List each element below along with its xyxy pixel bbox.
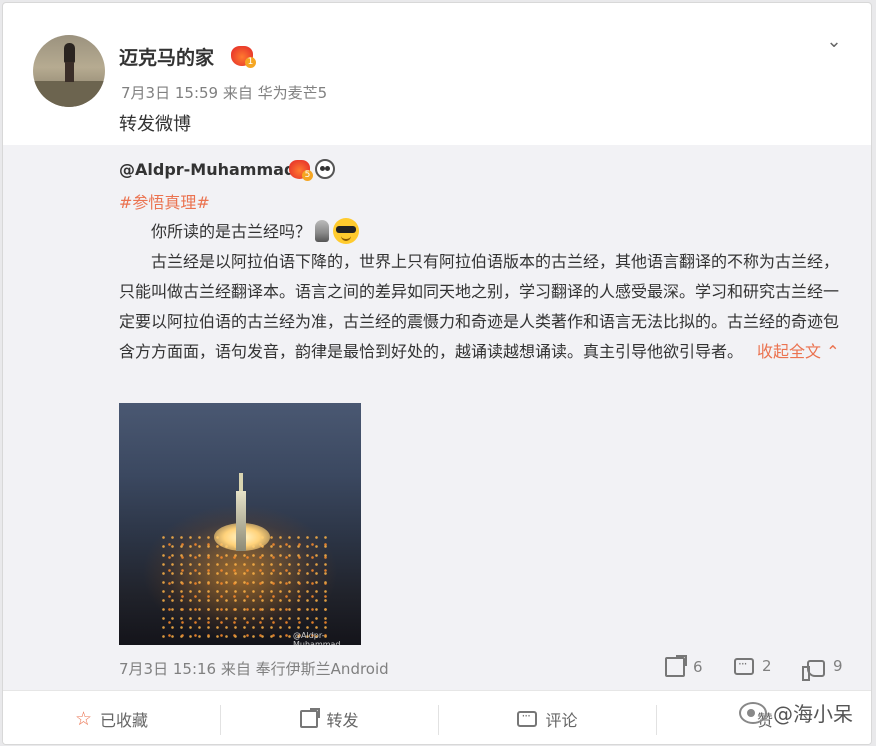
quoted-body: 你所读的是古兰经吗？ 古兰经是以阿拉伯语下降的，世界上只有阿拉伯语版本的古兰经，… [119,217,845,367]
comment-label: 评论 [545,711,578,730]
vip-badge-icon[interactable] [289,160,313,181]
hashtag-link[interactable]: #参悟真理# [119,189,210,213]
author-name[interactable]: 迈克马的家 [119,43,214,70]
like-count: 9 [833,657,843,675]
quoted-forward-stat[interactable]: 6 [665,657,703,677]
avatar[interactable] [33,35,105,107]
quoted-post: @Aldpr-Muhammad #参悟真理# 你所读的是古兰经吗？ 古兰经是以阿… [3,145,871,690]
avatar-figure-legs [65,62,74,82]
body-paragraph-text: 你所读的是古兰经吗？ [151,222,312,241]
panda-badge-icon[interactable] [315,159,335,179]
post-time[interactable]: 7月3日 15:59 [121,84,218,102]
cool-face-emoji-icon [333,218,360,244]
vip-badge-icon[interactable] [231,46,256,68]
clock-tower-spire [239,473,243,493]
source-prefix: 来自 [220,660,251,678]
avatar-ground [33,81,105,107]
watermark-text: @海小呆 [773,702,853,726]
quoted-time[interactable]: 7月3日 15:16 [119,660,216,678]
thumbs-up-icon [802,659,825,681]
comment-icon [734,657,754,675]
star-icon: ☆ [74,708,93,730]
body-paragraph-text: 古兰经是以阿拉伯语下降的，世界上只有阿拉伯语版本的古兰经，其他语言翻译的不称为古… [119,252,840,361]
image-watermark: @Aldpr-Muhammad [293,631,341,645]
post-image[interactable]: @Aldpr-Muhammad [119,403,361,645]
weibo-watermark: @海小呆 [739,698,853,727]
quoted-device: 奉行伊斯兰Android [255,660,389,678]
share-icon [300,708,321,728]
quoted-like-stat[interactable]: 9 [802,657,843,681]
microphone-emoji-icon [315,220,330,242]
weibo-post-card: 迈克马的家 7月3日 15:59 来自 华为麦芒5 ⌄ 转发微博 @Aldpr-… [2,2,872,745]
quoted-comment-stat[interactable]: 2 [734,657,772,675]
comment-button[interactable]: 评论 [439,691,656,744]
collapse-label: 收起全文 [757,342,822,361]
quoted-meta: 7月3日 15:16 来自 奉行伊斯兰Android [119,658,389,679]
action-bar: ☆ 已收藏 转发 评论 赞 @海小呆 [3,690,871,744]
forward-button[interactable]: 转发 [221,691,438,744]
post-meta: 7月3日 15:59 来自 华为麦芒5 [121,82,327,103]
comment-count: 2 [762,657,772,675]
body-paragraph: 你所读的是古兰经吗？ [119,217,845,247]
forward-count: 6 [693,658,703,676]
quoted-author[interactable]: @Aldpr-Muhammad [119,160,295,179]
collapse-full-text-link[interactable]: 收起全文 ⌃ [757,342,840,361]
comment-icon [517,709,538,727]
clock-tower [236,491,246,551]
share-icon [665,657,685,677]
chevron-down-icon[interactable]: ⌄ [823,33,845,51]
body-paragraph: 古兰经是以阿拉伯语下降的，世界上只有阿拉伯语版本的古兰经，其他语言翻译的不称为古… [119,247,845,367]
post-device: 华为麦芒5 [257,84,328,102]
avatar-figure [64,43,75,63]
forward-label: 转发 [326,711,359,730]
chevron-up-icon: ⌃ [826,342,840,361]
favorite-label: 已收藏 [100,711,149,730]
weibo-logo-icon [739,701,767,724]
favorite-button[interactable]: ☆ 已收藏 [3,691,220,744]
source-prefix: 来自 [222,84,253,102]
repost-text: 转发微博 [119,114,191,135]
